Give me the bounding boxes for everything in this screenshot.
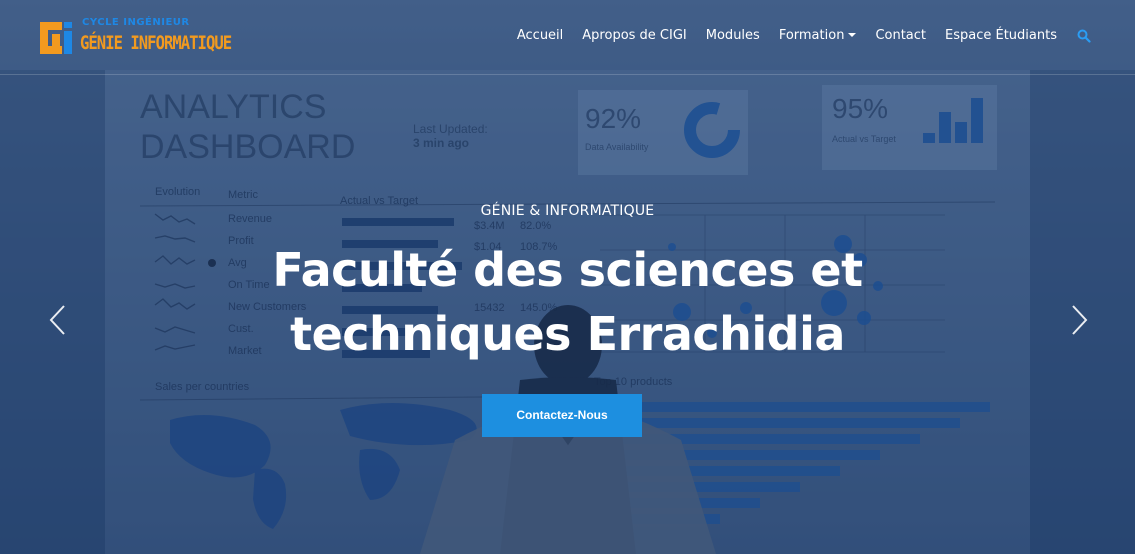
nav-contact[interactable]: Contact	[875, 28, 926, 43]
main-nav: Accueil Apropos de CIGI Modules Formatio…	[498, 28, 1091, 43]
nav-accueil[interactable]: Accueil	[517, 28, 563, 43]
nav-formation-label: Formation	[778, 28, 845, 43]
contact-us-button[interactable]: Contactez-Nous	[482, 394, 642, 437]
logo-tagline: CYCLE INGÉNIEUR	[82, 17, 190, 28]
hero-title: Faculté des sciences et techniques Errac…	[272, 243, 863, 361]
caret-down-icon	[848, 32, 857, 37]
nav-apropos[interactable]: Apropos de CIGI	[582, 28, 686, 43]
site-logo[interactable]: CYCLE INGÉNIEUR GÉNIE INFORMATIQUE	[38, 17, 232, 60]
nav-espace-etudiants[interactable]: Espace Étudiants	[945, 28, 1057, 43]
logo-mark-icon	[40, 22, 72, 54]
nav-formation-dropdown[interactable]: Formation	[779, 28, 857, 43]
site-header: CYCLE INGÉNIEUR GÉNIE INFORMATIQUE Accue…	[0, 0, 1135, 75]
search-icon[interactable]	[1077, 29, 1091, 43]
logo-title: GÉNIE INFORMATIQUE	[80, 32, 232, 54]
nav-modules[interactable]: Modules	[706, 28, 760, 43]
carousel-prev-icon[interactable]	[44, 300, 74, 340]
carousel-next-icon[interactable]	[1064, 300, 1094, 340]
hero-subtitle: GÉNIE & INFORMATIQUE	[480, 203, 655, 219]
hero-carousel: ANALYTICS DASHBOARD Last Updated: 3 min …	[0, 0, 1135, 554]
